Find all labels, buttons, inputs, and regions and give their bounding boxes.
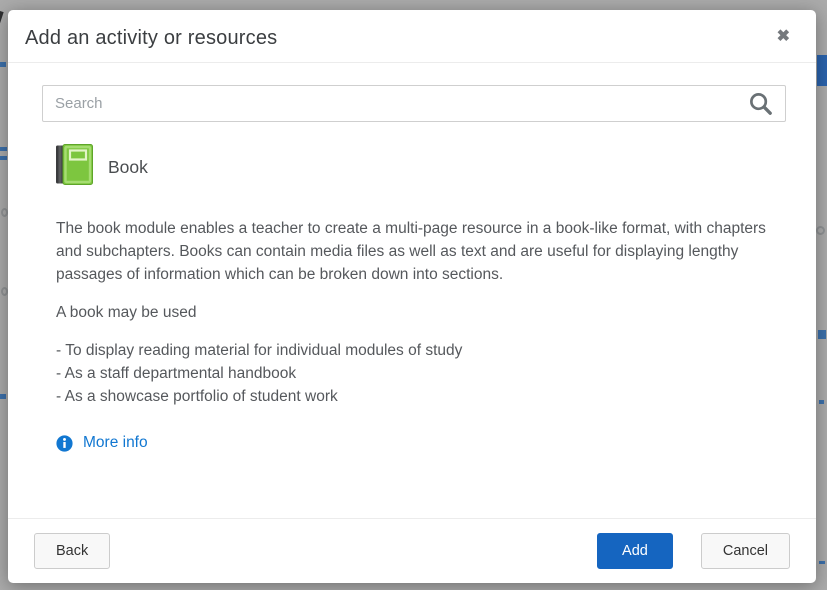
modal-body: Book The book module enables a teacher t… [8, 63, 816, 518]
uses-list: - To display reading material for indivi… [56, 339, 778, 408]
modal-header: Add an activity or resources ✖ [8, 10, 816, 63]
background-fragment [818, 330, 826, 339]
add-button[interactable]: Add [597, 533, 673, 569]
background-fragment [0, 156, 7, 160]
search-bar [42, 85, 786, 122]
background-fragment [816, 226, 825, 235]
background-fragment [819, 561, 825, 564]
module-description: The book module enables a teacher to cre… [56, 217, 778, 408]
more-info-label: More info [83, 434, 148, 452]
background-logo-fragment [0, 10, 4, 58]
usage-intro: A book may be used [56, 301, 778, 324]
use-item: - As a showcase portfolio of student wor… [56, 385, 778, 408]
search-input[interactable] [42, 85, 786, 122]
cancel-button[interactable]: Cancel [701, 533, 790, 569]
background-fragment [819, 400, 824, 404]
module-heading: Book [56, 144, 778, 190]
description-paragraph: The book module enables a teacher to cre… [56, 217, 778, 286]
modal-footer: Back Add Cancel [8, 518, 816, 583]
use-item: - To display reading material for indivi… [56, 339, 778, 362]
close-icon[interactable]: ✖ [773, 27, 794, 47]
module-name: Book [108, 157, 148, 178]
book-icon [56, 144, 93, 190]
add-activity-modal: Add an activity or resources ✖ [8, 10, 816, 583]
background-fragment [1, 208, 8, 217]
module-detail: Book The book module enables a teacher t… [42, 122, 786, 457]
modal-title: Add an activity or resources [25, 27, 277, 50]
info-circle-icon [56, 435, 73, 452]
background-fragment [0, 62, 6, 67]
use-item: - As a staff departmental handbook [56, 362, 778, 385]
more-info-link[interactable]: More info [56, 434, 148, 452]
background-fragment [0, 394, 6, 399]
background-fragment [0, 147, 7, 151]
background-button-fragment [817, 55, 827, 86]
back-button[interactable]: Back [34, 533, 110, 569]
background-fragment [1, 287, 8, 296]
